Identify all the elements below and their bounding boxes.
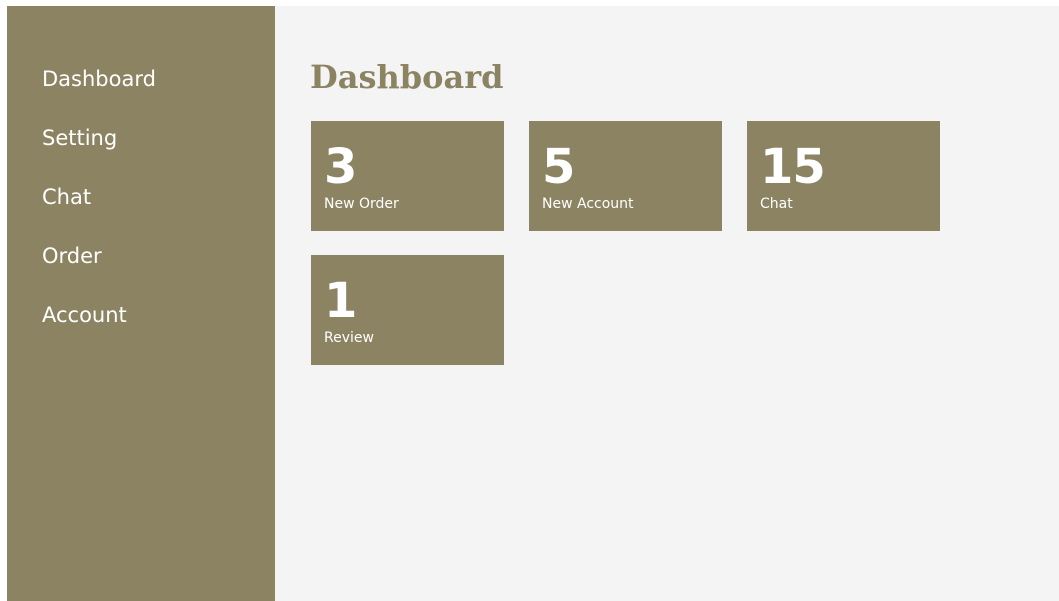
sidebar-item-account[interactable]: Account (7, 303, 275, 362)
sidebar: Dashboard Setting Chat Order Account (7, 6, 275, 601)
sidebar-item-chat[interactable]: Chat (7, 185, 275, 244)
stat-card-review[interactable]: 1 Review (311, 255, 504, 365)
stat-card-new-account[interactable]: 5 New Account (529, 121, 722, 231)
sidebar-item-order[interactable]: Order (7, 244, 275, 303)
stat-card-label: New Order (324, 196, 399, 212)
stat-card-label: Chat (760, 196, 793, 212)
stat-card-label: New Account (542, 196, 634, 212)
stat-card-new-order[interactable]: 3 New Order (311, 121, 504, 231)
main-content: Dashboard 3 New Order 5 New Account 15 C… (275, 6, 1059, 601)
app-frame: Dashboard Setting Chat Order Account Das… (7, 6, 1059, 601)
stat-card-value: 15 (760, 139, 826, 195)
stat-card-label: Review (324, 330, 374, 346)
stat-card-value: 1 (324, 273, 357, 329)
stat-card-value: 5 (542, 139, 575, 195)
sidebar-item-setting[interactable]: Setting (7, 126, 275, 185)
sidebar-item-dashboard[interactable]: Dashboard (7, 67, 275, 126)
page-title: Dashboard (310, 58, 504, 96)
stat-card-chat[interactable]: 15 Chat (747, 121, 940, 231)
stat-card-value: 3 (324, 139, 357, 195)
